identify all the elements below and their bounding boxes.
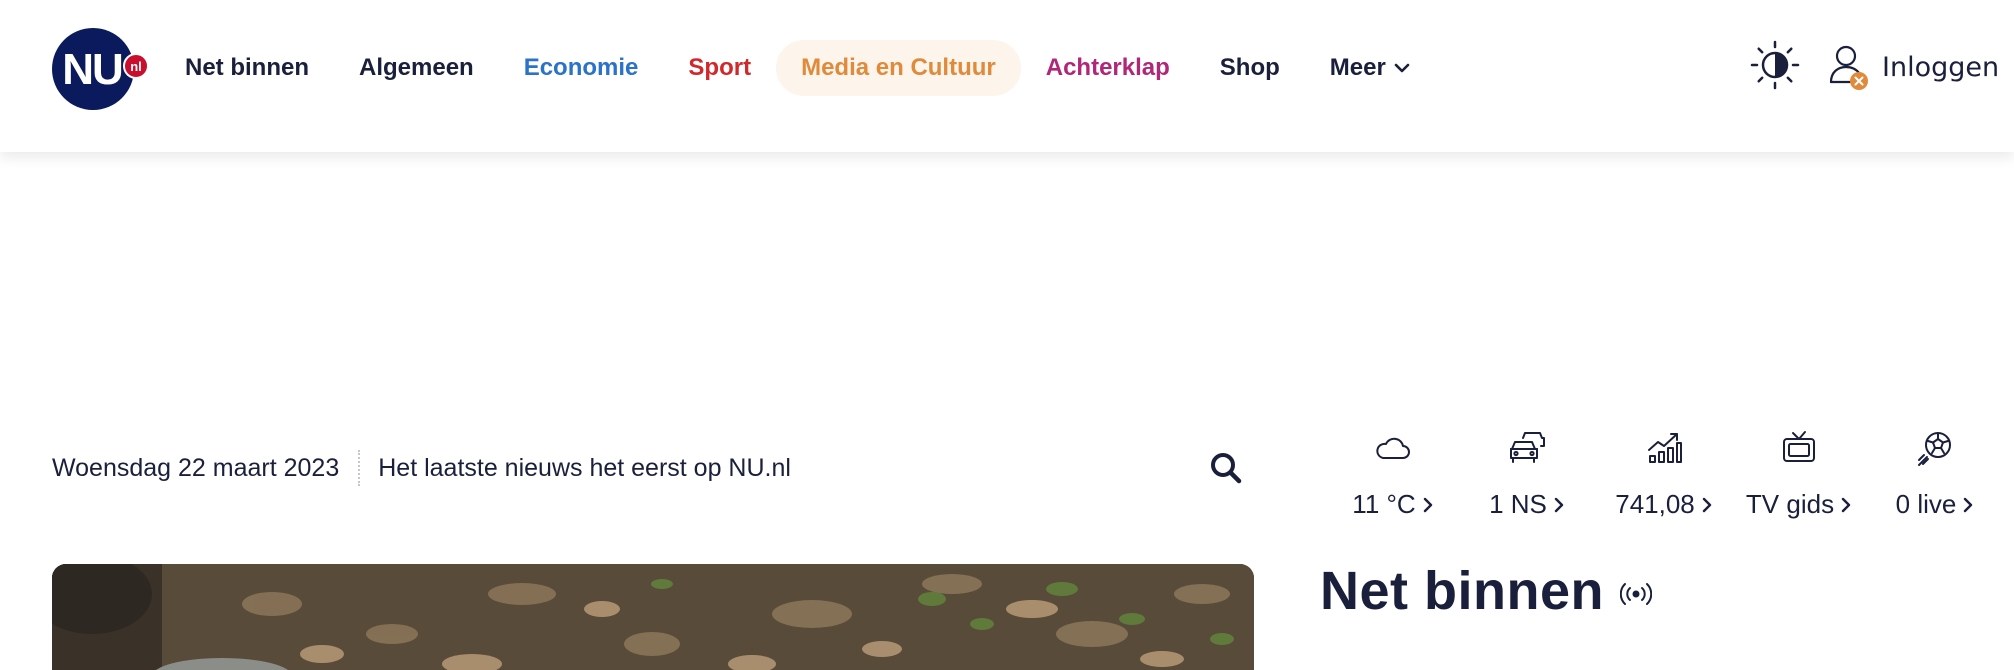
date-divider	[358, 450, 361, 486]
tv-icon	[1783, 431, 1815, 462]
date-bar: Woensdag 22 maart 2023 Het laatste nieuw…	[52, 440, 1242, 496]
weather-widget[interactable]: 11 °C	[1330, 428, 1456, 528]
nav-item-media-en-cultuur[interactable]: Media en Cultuur	[776, 40, 1021, 96]
tagline: Het laatste nieuws het eerst op NU.nl	[378, 453, 791, 482]
nav-item-achterklap[interactable]: Achterklap	[1021, 40, 1195, 96]
half-sun-icon	[1750, 40, 1800, 90]
quick-widgets: 11 °C 1 NS 741,08 TV gids 0 live	[1330, 428, 2010, 528]
tv-guide-label: TV gids	[1734, 489, 1864, 520]
search-icon	[1211, 453, 1242, 484]
chevron-right-icon	[1964, 497, 1973, 512]
net-binnen-heading: Net binnen	[1320, 560, 1652, 622]
soccer-ball-icon	[1918, 432, 1951, 466]
live-sport-label: 0 live	[1870, 489, 2000, 520]
close-badge-icon	[1850, 72, 1868, 90]
nav-item-algemeen[interactable]: Algemeen	[334, 40, 499, 96]
live-broadcast-icon	[1620, 583, 1652, 605]
traffic-label: 1 NS	[1464, 489, 1590, 520]
main-nav: Net binnen Algemeen Economie Sport Media…	[160, 40, 1435, 96]
nav-item-economie[interactable]: Economie	[499, 40, 664, 96]
logo-badge-text: nl	[130, 59, 142, 74]
chevron-right-icon	[1841, 497, 1851, 512]
login-button[interactable]: Inloggen	[1828, 42, 1999, 92]
section-title: Net binnen	[1320, 561, 1604, 621]
hero-image[interactable]	[52, 564, 1254, 670]
live-sport-widget[interactable]: 0 live	[1870, 428, 2000, 528]
traffic-icon	[1510, 432, 1545, 463]
login-label: Inloggen	[1882, 51, 2000, 83]
search-button[interactable]	[1208, 450, 1244, 486]
nav-item-shop[interactable]: Shop	[1195, 40, 1305, 96]
current-date: Woensdag 22 maart 2023	[52, 453, 340, 482]
stock-widget[interactable]: 741,08	[1594, 428, 1734, 528]
user-icon	[1828, 42, 1872, 92]
nav-item-meer[interactable]: Meer	[1305, 40, 1435, 96]
nav-item-sport[interactable]: Sport	[663, 40, 776, 96]
theme-toggle-button[interactable]	[1750, 40, 1800, 90]
cloud-icon	[1376, 437, 1410, 459]
site-header: NU nl Net binnen Algemeen Economie Sport…	[0, 0, 2014, 152]
chevron-right-icon	[1554, 497, 1564, 512]
nav-item-meer-label: Meer	[1329, 54, 1386, 81]
nav-item-net-binnen[interactable]: Net binnen	[160, 40, 334, 96]
tv-guide-widget[interactable]: TV gids	[1734, 428, 1864, 528]
chevron-right-icon	[1702, 497, 1711, 512]
chevron-right-icon	[1423, 497, 1432, 512]
traffic-widget[interactable]: 1 NS	[1464, 428, 1590, 528]
nu-nl-logo[interactable]: NU nl	[52, 26, 149, 112]
chevron-down-icon	[1394, 63, 1410, 73]
stock-chart-icon	[1648, 433, 1682, 463]
stock-label: 741,08	[1594, 489, 1734, 520]
logo-text: NU	[62, 45, 122, 94]
forest-floor-illustration	[52, 564, 1254, 670]
weather-label: 11 °C	[1330, 489, 1456, 520]
